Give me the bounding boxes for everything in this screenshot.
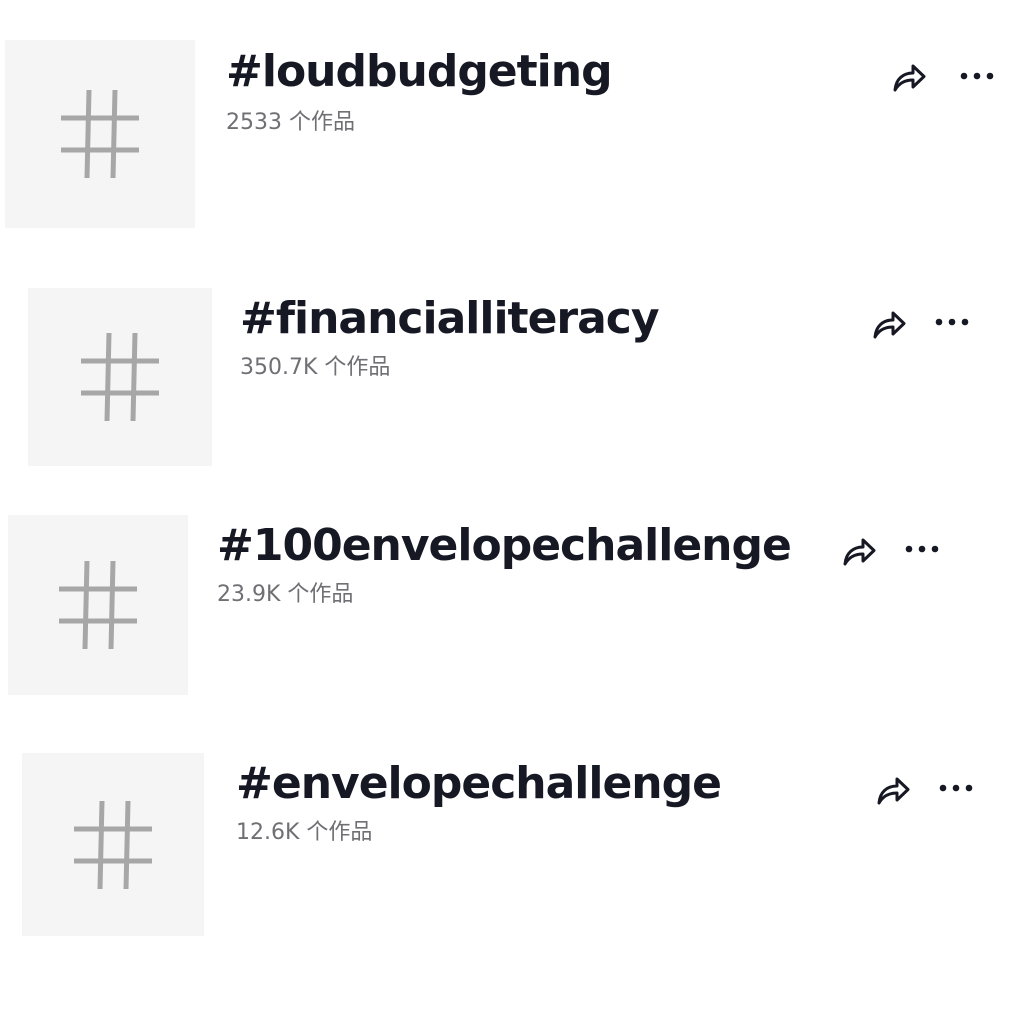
- more-icon: [939, 784, 973, 792]
- hashtag-video-count: 23.9K 个作品: [217, 582, 354, 607]
- hashtag-name[interactable]: #loudbudgeting: [226, 50, 613, 94]
- more-icon: [935, 318, 969, 326]
- hashtag-thumbnail[interactable]: [8, 515, 188, 695]
- hashtag-video-count: 12.6K 个作品: [236, 820, 373, 845]
- hashtag-thumbnail[interactable]: [28, 288, 212, 466]
- share-icon: [877, 777, 910, 805]
- share-icon: [893, 64, 926, 92]
- share-button[interactable]: [870, 767, 916, 813]
- more-options-button[interactable]: [933, 765, 979, 811]
- hashtag-video-count: 2533 个作品: [226, 110, 355, 135]
- share-button[interactable]: [886, 54, 932, 100]
- more-options-button[interactable]: [954, 53, 1000, 99]
- share-button[interactable]: [866, 301, 912, 347]
- hashtag-video-count: 350.7K 个作品: [240, 355, 391, 380]
- hashtag-name[interactable]: #financialliteracy: [240, 297, 660, 341]
- hashtag-thumbnail[interactable]: [22, 753, 204, 936]
- hashtag-name[interactable]: #100envelopechallenge: [217, 524, 792, 568]
- hashtag-icon: [61, 89, 139, 179]
- hashtag-icon: [81, 332, 159, 422]
- share-icon: [843, 538, 876, 566]
- hashtag-icon: [74, 800, 152, 889]
- hashtag-name[interactable]: #envelopechallenge: [236, 762, 722, 806]
- share-icon: [873, 311, 906, 339]
- more-options-button[interactable]: [929, 299, 975, 345]
- hashtag-thumbnail[interactable]: [5, 40, 195, 228]
- share-button[interactable]: [836, 528, 882, 574]
- more-options-button[interactable]: [899, 526, 945, 572]
- more-icon: [905, 545, 939, 553]
- hashtag-icon: [59, 560, 137, 650]
- more-icon: [960, 72, 994, 80]
